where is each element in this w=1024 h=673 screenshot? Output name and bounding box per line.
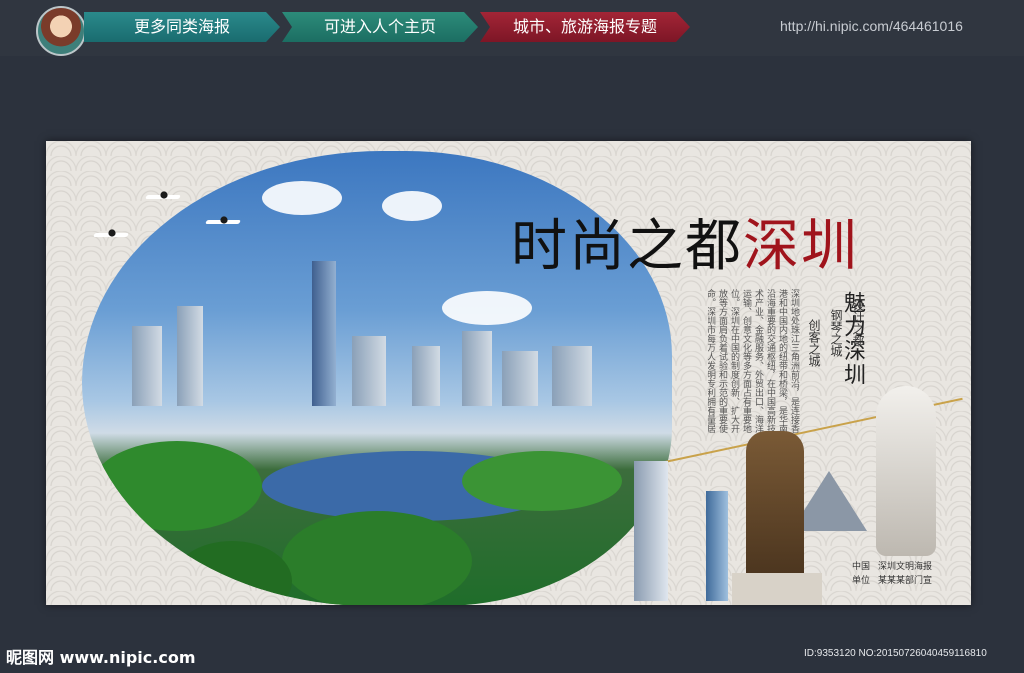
bronze-statue — [746, 431, 804, 581]
user-avatar[interactable] — [36, 6, 86, 56]
site-logo[interactable]: 昵图网 www.nipic.com — [6, 644, 196, 668]
poster-headline: 时尚之都深圳 — [511, 201, 859, 282]
headline-black-text: 时尚之都 — [511, 214, 743, 279]
white-sculpture — [876, 386, 936, 556]
building — [177, 306, 203, 406]
image-id-text: ID:9353120 NO:20150726040459116810 — [804, 648, 987, 659]
crane-bird — [206, 216, 240, 228]
credit-row: 单位 某某某部门宣 — [852, 576, 933, 586]
cloud — [262, 181, 342, 215]
building — [352, 336, 386, 406]
homepage-url-link[interactable]: http://hi.nipic.com/464461016 — [780, 18, 963, 34]
tower-building — [706, 491, 728, 601]
tab-more-similar-posters[interactable]: 更多同类海报 — [84, 12, 280, 42]
building — [312, 261, 336, 406]
building — [412, 346, 440, 406]
building — [462, 331, 492, 406]
tree — [462, 451, 622, 511]
crane-bird — [94, 229, 128, 241]
poster-body-text: 深圳地处珠江三角洲前沿，是连接香港和中国内地的纽带和桥梁，是华南沿海重要的交通枢… — [708, 289, 799, 433]
tab-city-travel-posters[interactable]: 城市、旅游海报专题 — [480, 12, 690, 42]
tower-building — [634, 461, 668, 601]
credit-row: 中国 深圳文明海报 — [852, 562, 933, 572]
tree — [92, 441, 262, 531]
cloud — [382, 191, 442, 221]
top-nav-bar: 更多同类海报 可进入人个主页 城市、旅游海报专题 http://hi.nipic… — [0, 0, 1024, 56]
building — [502, 351, 538, 406]
poster-credit: 中国 深圳文明海报 单位 某某某部门宣 — [852, 560, 932, 588]
poster-image: 时尚之都深圳 深圳地处珠江三角洲前沿，是连接香港和中国内地的纽带和桥梁，是华南沿… — [46, 141, 971, 605]
tree — [282, 511, 472, 605]
tree — [172, 541, 292, 605]
tab-personal-homepage[interactable]: 可进入人个主页 — [282, 12, 478, 42]
cloud — [442, 291, 532, 325]
building — [132, 326, 162, 406]
statue-pedestal — [732, 573, 822, 605]
building — [552, 346, 592, 406]
headline-red-text: 深圳 — [743, 214, 859, 279]
crane-bird — [146, 191, 180, 203]
